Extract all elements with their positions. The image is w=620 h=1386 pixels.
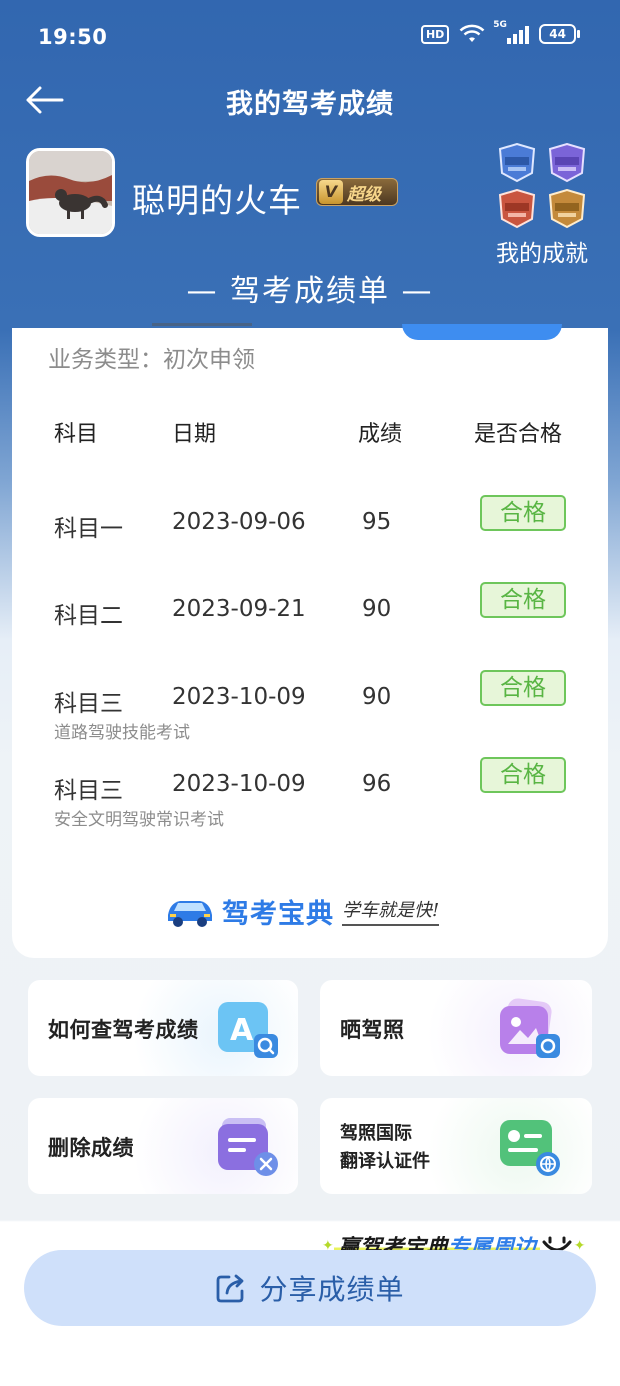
car-logo-icon <box>168 901 212 927</box>
share-label: 分享成绩单 <box>259 1273 405 1306</box>
vip-badge[interactable]: V 超级 <box>316 178 398 206</box>
table-row: 科目二 2023-09-21 90 合格 <box>12 582 608 666</box>
avatar[interactable] <box>26 148 115 237</box>
network-type: 5G <box>493 20 507 30</box>
achievements-label: 我的成就 <box>496 241 588 267</box>
row-note: 安全文明驾驶常识考试 <box>54 810 224 830</box>
card-top-button[interactable] <box>402 324 562 340</box>
row-date: 2023-10-09 <box>172 771 306 797</box>
search-doc-icon: A <box>218 1002 278 1058</box>
page-title: 我的驾考成绩 <box>226 89 394 120</box>
brand-name: 驾考宝典 <box>222 898 334 930</box>
username: 聪明的火车 <box>132 181 302 220</box>
medal-grid <box>492 142 592 230</box>
medal-subject2-icon <box>545 142 589 184</box>
table-row: 科目一 2023-09-06 95 合格 <box>12 495 608 579</box>
status-time: 19:50 <box>38 25 108 49</box>
tile-label-line1: 驾照国际 <box>340 1123 412 1144</box>
score-table: 科目 日期 成绩 是否合格 科目一 2023-09-06 95 合格 科目二 2… <box>12 416 608 830</box>
how-to-query-scores-tile[interactable]: 如何查驾考成绩 A <box>28 980 298 1076</box>
hd-icon: HD <box>420 24 450 44</box>
row-score: 90 <box>362 684 392 710</box>
row-note: 道路驾驶技能考试 <box>54 723 190 743</box>
table-row: 科目三 2023-10-09 90 合格 道路驾驶技能考试 <box>12 670 608 754</box>
pass-badge[interactable]: 合格 <box>480 670 566 706</box>
row-subject: 科目三 <box>54 778 123 804</box>
row-date: 2023-10-09 <box>172 684 306 710</box>
row-score: 90 <box>362 596 392 622</box>
score-card: 业务类型：初次申领 科目 日期 成绩 是否合格 科目一 2023-09-06 9… <box>12 323 608 958</box>
tile-label: 晒驾照 <box>340 1018 405 1042</box>
intl-license-translation-tile[interactable]: 驾照国际 翻译认证件 <box>320 1098 592 1194</box>
pass-badge[interactable]: 合格 <box>480 582 566 618</box>
pass-badge[interactable]: 合格 <box>480 757 566 793</box>
medal-subject1-icon <box>495 142 539 184</box>
achievements-button[interactable]: 我的成就 <box>492 142 592 268</box>
medal-subject3-icon <box>495 188 539 230</box>
profile-header: 聪明的火车 V 超级 我的成就 <box>26 143 596 268</box>
row-subject: 科目二 <box>54 603 123 629</box>
row-score: 96 <box>362 771 392 797</box>
wifi-icon <box>459 24 485 42</box>
id-card-globe-icon <box>500 1120 560 1176</box>
row-date: 2023-09-06 <box>172 509 306 535</box>
business-type: 业务类型：初次申领 <box>48 347 255 373</box>
table-row: 科目三 2023-10-09 96 合格 安全文明驾驶常识考试 <box>12 757 608 841</box>
header-passed: 是否合格 <box>474 422 563 447</box>
battery-icon: 44 <box>539 24 580 44</box>
sparkle-icon: ✦ <box>573 1238 586 1254</box>
brand-logo: 驾考宝典 学车就是快! <box>164 886 440 936</box>
table-header: 科目 日期 成绩 是否合格 <box>12 416 608 456</box>
tile-label: 驾照国际 翻译认证件 <box>340 1120 430 1176</box>
tile-label: 如何查驾考成绩 <box>48 1018 199 1042</box>
vip-icon: V <box>319 180 343 204</box>
header-date: 日期 <box>172 422 217 447</box>
show-license-tile[interactable]: 晒驾照 <box>320 980 592 1076</box>
row-score: 95 <box>362 509 392 535</box>
share-report-button[interactable]: 分享成绩单 <box>24 1250 596 1326</box>
svg-text:A: A <box>230 1013 254 1048</box>
header-score: 成绩 <box>358 422 403 447</box>
medal-subject4-icon <box>545 188 589 230</box>
delete-list-icon <box>218 1118 278 1176</box>
tile-label-line2: 翻译认证件 <box>340 1151 430 1172</box>
top-nav: 我的驾考成绩 <box>0 76 620 122</box>
delete-scores-tile[interactable]: 删除成绩 <box>28 1098 298 1194</box>
share-icon <box>217 1274 244 1303</box>
status-bar: 19:50 HD 5G 44 <box>0 0 620 76</box>
vip-label: 超级 <box>347 184 381 205</box>
header-subject: 科目 <box>54 422 99 447</box>
row-subject: 科目三 <box>54 691 123 717</box>
avatar-image <box>29 151 112 234</box>
photo-camera-icon <box>500 998 560 1058</box>
row-subject: 科目一 <box>54 516 123 542</box>
signal-icon: 5G <box>493 20 530 44</box>
report-title: — 驾考成绩单 — <box>186 274 434 309</box>
row-date: 2023-09-21 <box>172 596 306 622</box>
brand-slogan: 学车就是快! <box>342 896 440 926</box>
tile-label: 删除成绩 <box>48 1136 134 1160</box>
pass-badge[interactable]: 合格 <box>480 495 566 531</box>
card-top-text-fragment <box>152 320 252 326</box>
status-icons: HD 5G 44 <box>420 20 580 44</box>
